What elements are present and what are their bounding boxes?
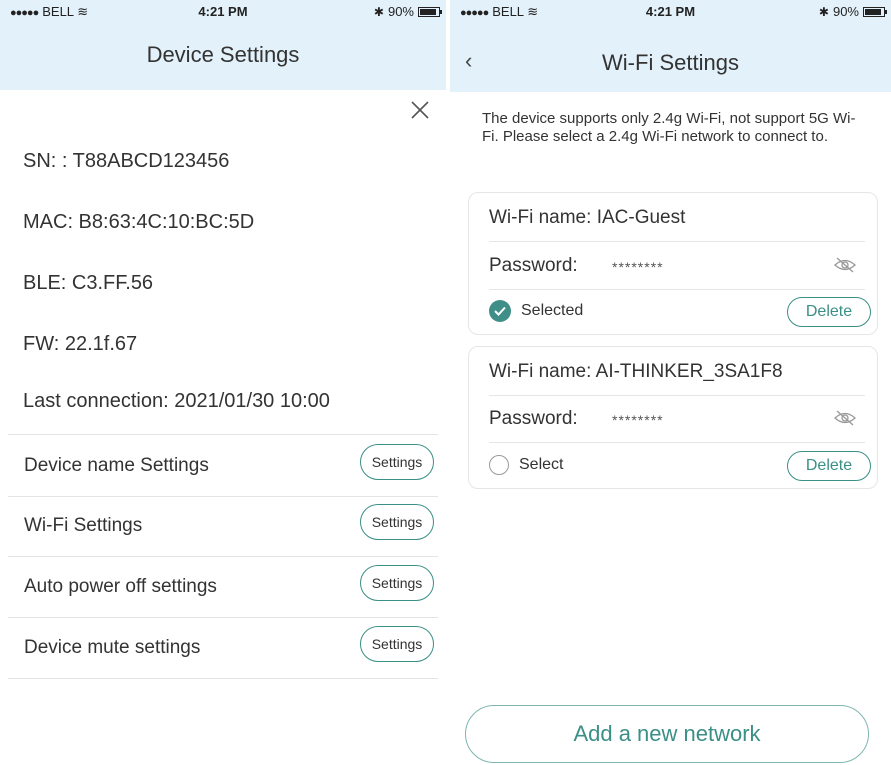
network-card: Wi-Fi name: IAC-Guest Password: ********…	[468, 192, 878, 335]
password-value: ********	[612, 259, 664, 275]
bluetooth-icon: ✱	[373, 4, 384, 19]
settings-row-label: Device mute settings	[24, 637, 201, 658]
wifi-name-value: AI-THINKER_3SA1F8	[595, 361, 783, 382]
battery-percent: 90%	[832, 4, 859, 19]
settings-row-device-mute: Device mute settings Settings	[8, 617, 438, 679]
wifi-name-label: Wi-Fi name:	[489, 207, 592, 228]
device-mute-settings-button[interactable]: Settings	[360, 626, 434, 662]
page-title: Device Settings	[146, 42, 300, 67]
auto-power-off-settings-button[interactable]: Settings	[360, 565, 434, 601]
mac-address: MAC: B8:63:4C:10:BC:5D	[23, 211, 255, 233]
wifi-name-label: Wi-Fi name:	[489, 361, 592, 382]
network-selected-toggle[interactable]: Selected	[489, 300, 583, 322]
select-label: Select	[519, 456, 564, 473]
divider	[489, 289, 865, 290]
radio-unselected-icon	[489, 455, 509, 475]
page-title: Wi-Fi Settings	[602, 50, 739, 75]
battery-percent: 90%	[387, 4, 414, 19]
password-label: Password:	[489, 408, 578, 429]
navigation-bar: Device Settings	[0, 22, 446, 90]
navigation-bar: ‹ Wi-Fi Settings	[450, 22, 891, 92]
select-label: Selected	[521, 302, 584, 319]
wifi-name-value: IAC-Guest	[596, 207, 686, 228]
ble-address: BLE: C3.FF.56	[23, 272, 154, 294]
last-connection: Last connection: 2021/01/30 10:00	[23, 390, 330, 412]
eye-hidden-icon[interactable]	[833, 256, 857, 274]
status-bar: ●●●●● BELL ≋ 4:21 PM ✱ 90%	[0, 0, 446, 22]
firmware-version: FW: 22.1f.67	[23, 333, 138, 355]
add-network-button[interactable]: Add a new network	[465, 705, 869, 763]
eye-hidden-icon[interactable]	[833, 409, 857, 427]
status-bar: ●●●●● BELL ≋ 4:21 PM ✱ 90%	[450, 0, 891, 22]
device-name-settings-button[interactable]: Settings	[360, 444, 434, 480]
settings-row-label: Device name Settings	[24, 455, 209, 476]
delete-network-button[interactable]: Delete	[787, 297, 871, 327]
divider	[489, 395, 865, 396]
serial-number: SN: : T88ABCD123456	[23, 150, 230, 172]
checkmark-icon	[489, 300, 511, 322]
network-card: Wi-Fi name: AI-THINKER_3SA1F8 Password: …	[468, 346, 878, 489]
settings-row-label: Auto power off settings	[24, 576, 217, 597]
close-icon[interactable]	[408, 98, 432, 122]
battery-icon	[418, 6, 442, 17]
password-label: Password:	[489, 255, 578, 276]
settings-row-label: Wi-Fi Settings	[24, 515, 143, 536]
divider	[489, 442, 865, 443]
wifi-requirement-note: The device supports only 2.4g Wi-Fi, not…	[482, 110, 856, 145]
wifi-settings-button[interactable]: Settings	[360, 504, 434, 540]
wifi-settings-screen: ●●●●● BELL ≋ 4:21 PM ✱ 90% ‹ Wi-Fi Settin…	[450, 0, 891, 765]
settings-row-wifi: Wi-Fi Settings Settings	[8, 495, 438, 557]
settings-row-device-name: Device name Settings Settings	[8, 434, 438, 497]
password-value: ********	[612, 412, 664, 428]
bluetooth-icon: ✱	[818, 4, 829, 19]
settings-row-auto-power-off: Auto power off settings Settings	[8, 556, 438, 618]
divider	[489, 241, 865, 242]
device-settings-screen: ●●●●● BELL ≋ 4:21 PM ✱ 90% Device Setting…	[0, 0, 446, 765]
network-select-radio[interactable]: Select	[489, 455, 563, 475]
delete-network-button[interactable]: Delete	[787, 451, 871, 481]
battery-icon	[863, 6, 887, 17]
